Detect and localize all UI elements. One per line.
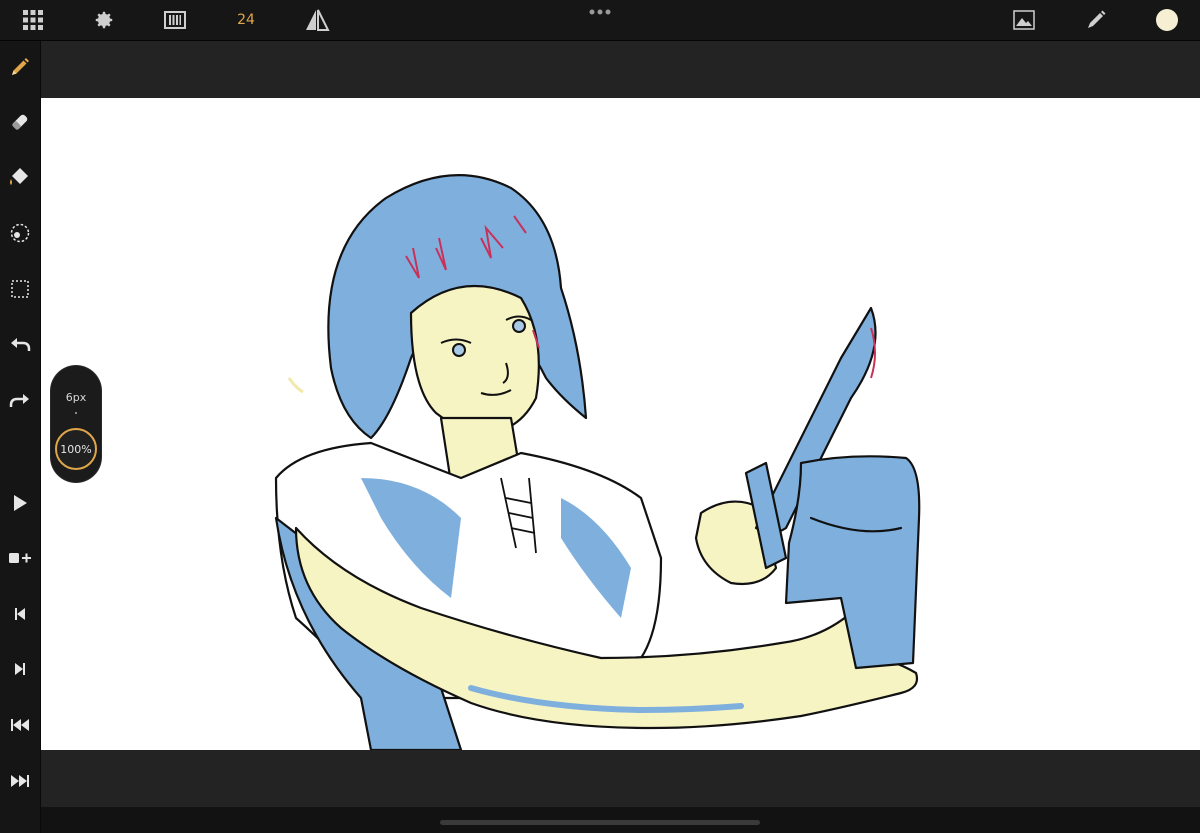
first-frame-icon xyxy=(11,719,29,731)
brush-settings-panel[interactable]: 6px 100% xyxy=(51,366,101,482)
home-indicator[interactable] xyxy=(440,820,760,825)
redo-button[interactable] xyxy=(0,380,40,420)
lasso-tool-button[interactable] xyxy=(0,213,40,253)
lasso-icon xyxy=(10,223,30,243)
eraser-icon xyxy=(12,114,28,130)
pencil-tool-button[interactable] xyxy=(0,47,40,87)
canvas-area xyxy=(41,41,1200,807)
previous-frame-icon xyxy=(15,608,25,620)
play-icon xyxy=(14,495,27,511)
last-frame-button[interactable] xyxy=(0,761,40,801)
add-frame-icon xyxy=(9,553,31,563)
flip-icon[interactable] xyxy=(302,0,332,40)
play-button[interactable] xyxy=(0,483,40,523)
eraser-tool-button[interactable] xyxy=(0,102,40,142)
next-frame-button[interactable] xyxy=(0,649,40,689)
drawing-canvas[interactable] xyxy=(41,98,1200,750)
paint-bucket-icon xyxy=(10,168,28,185)
pencil-icon[interactable] xyxy=(1081,0,1111,40)
pencil-icon xyxy=(12,58,29,75)
artwork xyxy=(274,174,921,750)
undo-button[interactable] xyxy=(0,324,40,364)
first-frame-button[interactable] xyxy=(0,705,40,745)
opacity-control[interactable]: 100% xyxy=(55,428,97,470)
add-frame-button[interactable] xyxy=(0,538,40,578)
fps-indicator[interactable]: 24 xyxy=(231,0,261,40)
last-frame-icon xyxy=(11,775,29,787)
previous-frame-button[interactable] xyxy=(0,594,40,634)
marquee-icon xyxy=(11,280,29,298)
redo-icon xyxy=(9,394,29,407)
opacity-value: 100% xyxy=(60,442,92,456)
tool-sidebar xyxy=(0,41,41,833)
grid-icon[interactable] xyxy=(18,0,48,40)
undo-icon xyxy=(11,338,31,351)
film-strip-icon[interactable] xyxy=(160,0,190,40)
brush-size-preview xyxy=(75,412,77,414)
color-swatch[interactable] xyxy=(1152,0,1182,40)
selection-tool-button[interactable] xyxy=(0,269,40,309)
top-toolbar: 24 xyxy=(0,0,1200,41)
gear-icon[interactable] xyxy=(89,0,119,40)
more-icon[interactable] xyxy=(584,0,616,24)
image-icon[interactable] xyxy=(1009,0,1039,40)
fps-value: 24 xyxy=(237,12,255,28)
next-frame-icon xyxy=(15,663,25,675)
current-color-swatch xyxy=(1156,9,1178,31)
fill-tool-button[interactable] xyxy=(0,157,40,197)
brush-size-label[interactable]: 6px xyxy=(51,391,101,404)
